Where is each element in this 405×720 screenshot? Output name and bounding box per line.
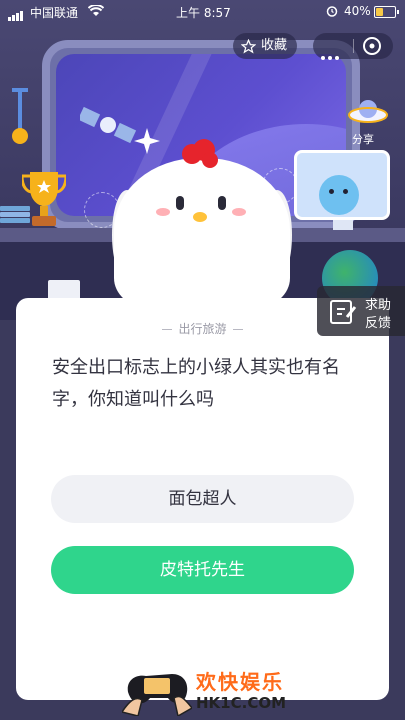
miniapp-capsule: [313, 33, 393, 60]
chicken-mascot: [114, 158, 290, 308]
battery-percent: 40%: [344, 4, 371, 18]
star-icon: [241, 39, 256, 54]
books: [0, 206, 30, 224]
close-icon[interactable]: [362, 36, 382, 56]
favorite-button[interactable]: 收藏: [233, 33, 297, 59]
monitor: [294, 150, 390, 220]
question-card: 出行旅游 安全出口标志上的小绿人其实也有名字，你知道叫什么吗 面包超人 皮特托先…: [16, 298, 389, 700]
medal-icon: [12, 88, 28, 144]
gamepad-hand-icon: [122, 674, 192, 716]
sparkle-icon: [134, 128, 160, 154]
beak: [193, 212, 207, 222]
carrier-label: 中国联通: [30, 6, 79, 20]
more-button[interactable]: [321, 45, 342, 64]
battery-icon: [374, 6, 399, 18]
scene-illustration: 分享 中国联通 上午 8:57 40% 收藏: [0, 0, 405, 320]
feedback-line2: 反馈: [365, 316, 392, 331]
watermark-title: 欢快娱乐: [196, 670, 284, 694]
signal-icon: [8, 7, 24, 21]
ufo-icon: [348, 100, 388, 123]
alien-icon: [319, 175, 359, 215]
wifi-icon: [88, 5, 104, 16]
question-text: 安全出口标志上的小绿人其实也有名字，你知道叫什么吗: [52, 357, 340, 410]
answer-option-a[interactable]: 面包超人: [51, 475, 354, 523]
feedback-line1: 求助: [365, 298, 392, 313]
site-watermark: 欢快娱乐 HK1C.COM: [120, 660, 320, 718]
clock: 上午 8:57: [176, 6, 231, 20]
alarm-icon: [326, 6, 338, 17]
answer-option-b[interactable]: 皮特托先生: [51, 546, 354, 594]
status-bar: 中国联通 上午 8:57 40%: [0, 0, 405, 24]
share-label[interactable]: 分享: [352, 131, 374, 147]
comb-icon: [182, 139, 218, 168]
favorite-label: 收藏: [261, 38, 288, 53]
satellite-icon: [80, 106, 137, 144]
help-feedback-button[interactable]: 求助 反馈: [317, 286, 405, 336]
watermark-domain: HK1C.COM: [196, 694, 287, 712]
edit-icon: [330, 300, 357, 324]
